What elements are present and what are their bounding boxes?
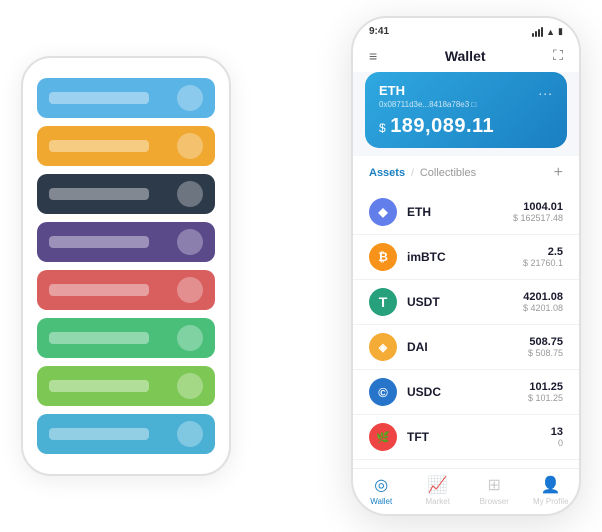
nav-label-wallet: Wallet [370,497,392,506]
add-asset-button[interactable]: + [554,164,563,182]
card-bar [49,380,149,392]
card-icon [177,85,203,111]
card-bar [49,284,149,296]
asset-amounts: 1004.01 $ 162517.48 [513,201,563,223]
list-item[interactable] [37,174,215,214]
asset-name: ETH [407,205,513,219]
phone-front: 9:41 ▲ ▮ ≡ Wallet ⛶ ETH ... [351,16,581,516]
eth-card-address: 0x08711d3e...8418a78e3 □ [379,100,553,109]
asset-main-amount: 2.5 [523,246,563,258]
card-icon [177,181,203,207]
imbtc-icon: ₿ [369,243,397,271]
battery-icon: ▮ [558,26,563,37]
card-bar [49,332,149,344]
asset-usd-amount: $ 508.75 [528,348,563,358]
table-row[interactable]: ◆ ETH 1004.01 $ 162517.48 [353,190,579,235]
tft-icon: 🌿 [369,423,397,451]
asset-usd-amount: 0 [551,438,563,448]
asset-name: imBTC [407,250,523,264]
asset-name: TFT [407,430,551,444]
list-item[interactable] [37,270,215,310]
list-item[interactable] [37,222,215,262]
card-icon [177,325,203,351]
eth-card-title: ETH [379,83,405,98]
menu-icon[interactable]: ≡ [369,48,377,64]
asset-amounts: 508.75 $ 508.75 [528,336,563,358]
nav-label-market: Market [426,497,450,506]
asset-main-amount: 101.25 [528,381,563,393]
card-bar [49,188,149,200]
phone-header: ≡ Wallet ⛶ [353,41,579,72]
usdc-icon: © [369,378,397,406]
asset-amounts: 4201.08 $ 4201.08 [523,291,563,313]
asset-amounts: 101.25 $ 101.25 [528,381,563,403]
page-title: Wallet [445,48,486,64]
asset-main-amount: 4201.08 [523,291,563,303]
list-item[interactable] [37,366,215,406]
asset-name: USDT [407,295,523,309]
card-bar [49,236,149,248]
eth-card[interactable]: ETH ... 0x08711d3e...8418a78e3 □ $189,08… [365,72,567,148]
card-bar [49,140,149,152]
scene: 9:41 ▲ ▮ ≡ Wallet ⛶ ETH ... [21,16,581,516]
card-icon [177,133,203,159]
nav-label-profile: My Profile [533,497,569,506]
dai-icon: ◈ [369,333,397,361]
asset-amounts: 2.5 $ 21760.1 [523,246,563,268]
assets-header: Assets / Collectibles + [353,156,579,190]
table-row[interactable]: T USDT 4201.08 $ 4201.08 [353,280,579,325]
nav-item-profile[interactable]: 👤 My Profile [523,475,580,506]
asset-name: USDC [407,385,528,399]
card-icon [177,229,203,255]
asset-main-amount: 1004.01 [513,201,563,213]
card-icon [177,421,203,447]
table-row[interactable]: ₿ imBTC 2.5 $ 21760.1 [353,235,579,280]
nav-item-wallet[interactable]: ◎ Wallet [353,475,410,506]
wifi-icon: ▲ [546,27,555,37]
market-nav-icon: 📈 [428,475,448,495]
list-item[interactable] [37,78,215,118]
asset-name: DAI [407,340,528,354]
list-item[interactable] [37,126,215,166]
eth-icon: ◆ [369,198,397,226]
asset-usd-amount: $ 101.25 [528,393,563,403]
status-icons: ▲ ▮ [532,26,563,37]
phone-back [21,56,231,476]
status-bar: 9:41 ▲ ▮ [353,18,579,41]
card-icon [177,373,203,399]
list-item[interactable] [37,414,215,454]
card-bar [49,92,149,104]
asset-usd-amount: $ 4201.08 [523,303,563,313]
browser-nav-icon: ⊞ [488,475,501,495]
eth-card-header: ETH ... [379,82,553,98]
usdt-icon: T [369,288,397,316]
assets-tabs: Assets / Collectibles [369,167,476,179]
card-icon [177,277,203,303]
asset-usd-amount: $ 162517.48 [513,213,563,223]
eth-card-more-button[interactable]: ... [538,82,553,98]
table-row[interactable]: 🌿 TFT 13 0 [353,415,579,460]
nav-item-market[interactable]: 📈 Market [410,475,467,506]
wallet-nav-icon: ◎ [374,475,388,495]
tab-collectibles[interactable]: Collectibles [420,167,476,179]
nav-label-browser: Browser [480,497,509,506]
tab-separator: / [411,168,414,179]
list-item[interactable] [37,318,215,358]
asset-main-amount: 508.75 [528,336,563,348]
asset-amounts: 13 0 [551,426,563,448]
asset-list: ◆ ETH 1004.01 $ 162517.48 ₿ imBTC 2.5 $ … [353,190,579,468]
nav-item-browser[interactable]: ⊞ Browser [466,475,523,506]
asset-main-amount: 13 [551,426,563,438]
bottom-nav: ◎ Wallet 📈 Market ⊞ Browser 👤 My Profile [353,468,579,514]
table-row[interactable]: ◈ DAI 508.75 $ 508.75 [353,325,579,370]
tab-assets[interactable]: Assets [369,167,405,179]
signal-icon [532,27,543,37]
status-time: 9:41 [369,26,389,37]
asset-usd-amount: $ 21760.1 [523,258,563,268]
expand-icon[interactable]: ⛶ [553,47,563,64]
eth-card-amount: $189,089.11 [379,115,553,138]
profile-nav-icon: 👤 [541,475,561,495]
card-bar [49,428,149,440]
table-row[interactable]: © USDC 101.25 $ 101.25 [353,370,579,415]
